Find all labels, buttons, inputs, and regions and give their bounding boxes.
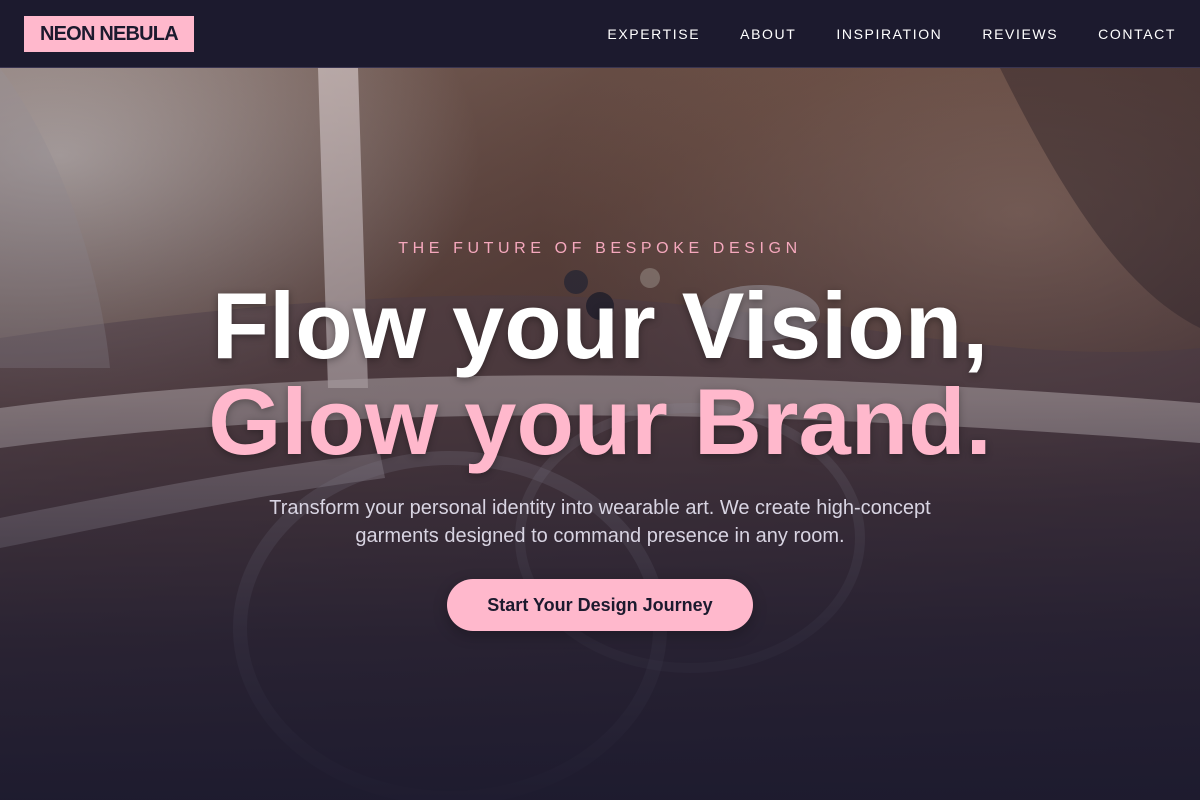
hero-eyebrow: THE FUTURE OF BESPOKE DESIGN	[398, 240, 802, 257]
hero-section: THE FUTURE OF BESPOKE DESIGN Flow your V…	[0, 68, 1200, 800]
nav-item-about[interactable]: ABOUT	[740, 26, 796, 42]
site-header: NEON NEBULA EXPERTISE ABOUT INSPIRATION …	[0, 0, 1200, 68]
hero-headline-line2: Glow your Brand.	[208, 369, 992, 474]
hero-headline-line1: Flow your Vision,	[211, 273, 989, 378]
brand-logo[interactable]: NEON NEBULA	[24, 16, 194, 52]
start-design-journey-button[interactable]: Start Your Design Journey	[447, 579, 753, 631]
main-nav: EXPERTISE ABOUT INSPIRATION REVIEWS CONT…	[607, 0, 1176, 68]
landing-page: NEON NEBULA EXPERTISE ABOUT INSPIRATION …	[0, 0, 1200, 800]
nav-item-expertise[interactable]: EXPERTISE	[607, 26, 700, 42]
hero-subtext: Transform your personal identity into we…	[269, 497, 931, 547]
nav-item-contact[interactable]: CONTACT	[1098, 26, 1176, 42]
nav-item-reviews[interactable]: REVIEWS	[982, 26, 1058, 42]
nav-item-inspiration[interactable]: INSPIRATION	[836, 26, 942, 42]
